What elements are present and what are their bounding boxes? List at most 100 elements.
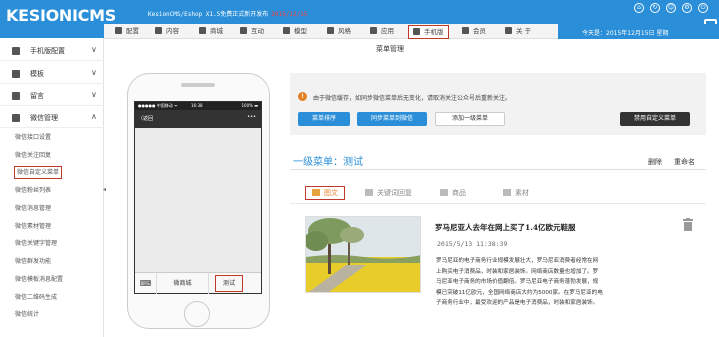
nav-item-interact[interactable]: 互动 xyxy=(240,24,264,39)
sidebar-section-wechat[interactable]: 微信管理 ∧ xyxy=(0,108,104,128)
article-date: 2015/5/13 11:38:39 xyxy=(437,240,508,248)
nav-item-about[interactable]: 关 于 xyxy=(505,24,531,39)
nav-item-content[interactable]: 内容 xyxy=(155,24,179,39)
nav-item-shop[interactable]: 商城 xyxy=(199,24,223,39)
phone-screen xyxy=(134,101,262,294)
user-circle-icon[interactable]: ☺ xyxy=(666,3,676,13)
sort-menu-button[interactable]: 菜单排序 xyxy=(298,112,350,126)
nav-item-model[interactable]: 模型 xyxy=(283,24,307,39)
menu-icon xyxy=(413,28,420,35)
grid-icon xyxy=(283,27,290,34)
page-title: 菜单管理 xyxy=(376,45,404,53)
bag-icon xyxy=(440,189,448,196)
sidebar-item-follow-reply[interactable]: 微信关注回复 xyxy=(15,149,51,163)
logo-cms: ICMS xyxy=(72,6,116,25)
tab-products[interactable]: 商品 xyxy=(440,186,466,200)
nav-item-apps[interactable]: 应用 xyxy=(370,24,394,39)
user-icon xyxy=(462,27,469,34)
phone-menu-item-test[interactable]: 测试 xyxy=(215,275,243,292)
sidebar-item-wechat-api[interactable]: 微信接口设置 xyxy=(15,131,51,145)
sidebar-item-qrcode[interactable]: 微信二维码生成 xyxy=(15,291,57,305)
sidebar-item-materials[interactable]: 微信素材管理 xyxy=(15,220,51,234)
pencil-icon xyxy=(365,189,373,196)
menu-icon xyxy=(505,27,512,34)
logo: KESIONICMS xyxy=(6,6,116,25)
date-text: 今天是：2015年12月15日 星期 xyxy=(582,30,669,37)
version-date: 2015/12/15 xyxy=(271,11,308,18)
shop-icon xyxy=(199,27,206,34)
sidebar-item-messages[interactable]: 微信消息管理 xyxy=(15,202,51,216)
version-label: KesionCMS/Eshop X1.5免费正式新开发布 xyxy=(148,11,269,18)
phone-battery: 100% ▬ xyxy=(241,103,259,108)
image-icon xyxy=(312,189,320,196)
article-line: 子商务行业中，最受欢迎的产品是电子消费品，时装和家居装饰。 xyxy=(436,300,599,306)
sidebar-item-custom-menu[interactable]: 微信自定义菜单 xyxy=(14,166,63,179)
sidebar-item-stats[interactable]: 微信统计 xyxy=(15,308,39,322)
sync-menu-button[interactable]: 同步菜单到微信 xyxy=(357,112,427,126)
tab-keyword-reply[interactable]: 关键词回复 xyxy=(365,186,412,200)
sidebar-section-message[interactable]: 留言 ∨ xyxy=(0,86,104,106)
sidebar-item-template-msg[interactable]: 微信模板消息配置 xyxy=(15,273,63,287)
article-line: 罗马尼亚的电子商务行业规模发展壮大，罗马尼亚消费者经常在网 xyxy=(436,258,599,264)
sidebar-item-keywords[interactable]: 微信关键字管理 xyxy=(15,237,57,251)
chevron-up-icon: ∧ xyxy=(91,112,97,121)
document-icon xyxy=(155,27,162,34)
phone-time: 16:38 xyxy=(191,103,203,108)
message-icon xyxy=(12,92,20,100)
logo-main: KESION xyxy=(6,6,72,25)
menu-level-title: 一级菜单：测试 xyxy=(293,157,363,168)
delete-menu-link[interactable]: 删除 xyxy=(648,157,662,167)
chevron-down-icon: ∨ xyxy=(91,68,97,77)
sidebar-item-fans-list[interactable]: 微信粉丝列表 xyxy=(15,184,51,198)
article-line: 模已突破11亿欧元，全国网络商店大约为5000家。在罗马尼亚的电 xyxy=(436,289,603,296)
tab-divider xyxy=(290,203,706,204)
add-menu-button[interactable]: 添加一级菜单 xyxy=(435,112,505,126)
image-icon xyxy=(503,189,511,196)
sidebar-item-mass-send[interactable]: 微信群发功能 xyxy=(15,255,51,269)
rename-menu-link[interactable]: 重命名 xyxy=(674,157,695,167)
trash-icon[interactable] xyxy=(682,218,694,233)
nav-item-mobile[interactable]: 手机版 xyxy=(408,25,449,39)
sidebar-collapse-icon[interactable]: ◂ xyxy=(103,186,106,193)
nav-item-style[interactable]: 风格 xyxy=(327,24,351,39)
article-image xyxy=(305,216,421,293)
monitor-icon xyxy=(370,27,377,34)
home-icon[interactable]: ⌂ xyxy=(634,3,644,13)
settings-circle-icon[interactable]: ⚙ xyxy=(682,3,692,13)
divider xyxy=(290,169,706,170)
nav-item-config[interactable]: 配置 xyxy=(115,24,139,39)
chevron-down-icon: ∨ xyxy=(91,45,97,54)
tab-news[interactable]: 图文 xyxy=(305,186,345,200)
warning-icon: ! xyxy=(298,92,307,101)
gear-icon xyxy=(115,27,122,34)
tag-icon xyxy=(327,27,334,34)
template-icon xyxy=(12,70,20,78)
article-body: 罗马尼亚的电子商务行业规模发展壮大，罗马尼亚消费者经常在网 上购买电子消费品，时… xyxy=(436,256,704,309)
phone-status-bar: ●●●●● 中国移动 ᯤ 16:38 100% ▬ xyxy=(135,102,261,110)
wechat-icon xyxy=(12,114,20,122)
phone-speaker xyxy=(181,83,215,87)
nav-item-member[interactable]: 会员 xyxy=(462,24,486,39)
refresh-icon[interactable]: ↻ xyxy=(650,3,660,13)
version-text: KesionCMS/Eshop X1.5免费正式新开发布 2015/12/15 xyxy=(148,9,307,18)
tab-materials[interactable]: 素材 xyxy=(503,186,529,200)
article-title[interactable]: 罗马尼亚人去年在网上买了1.4亿欧元鞋服 xyxy=(435,222,576,233)
gear-icon xyxy=(12,47,20,55)
phone-title-bar: 〈返回 ••• xyxy=(135,110,261,128)
article-line: 上购买电子消费品，时装和家居装饰。网络商店数量也增加了。罗 xyxy=(436,268,599,275)
phone-home-button xyxy=(184,301,210,327)
phone-carrier: ●●●●● 中国移动 ᯤ xyxy=(138,103,178,108)
phone-menu-bar: ⌨ 微商城 测试 xyxy=(135,272,261,294)
chevron-down-icon: ∨ xyxy=(91,90,97,99)
article-line: 马尼亚电子商务的市场价值翻倍。罗马尼亚电子商务蓬勃发展，规 xyxy=(436,279,599,285)
phone-back-button: 〈返回 xyxy=(138,116,154,122)
sidebar-section-template[interactable]: 模板 ∨ xyxy=(0,64,104,84)
power-icon[interactable]: ⏻ xyxy=(698,3,708,13)
keyboard-icon[interactable]: ⌨ xyxy=(135,273,157,294)
disable-menu-button[interactable]: 禁用自定义菜单 xyxy=(620,112,690,126)
notice-text: 由于微信缓存，如同步微信菜单后无变化，请取消关注公众号后重新关注。 xyxy=(313,95,512,102)
phone-menu-item-shop[interactable]: 微商城 xyxy=(157,273,209,294)
sidebar-section-mobile-config[interactable]: 手机版配置 ∨ xyxy=(0,41,104,61)
phone-more-icon: ••• xyxy=(247,114,256,120)
users-icon xyxy=(240,27,247,34)
